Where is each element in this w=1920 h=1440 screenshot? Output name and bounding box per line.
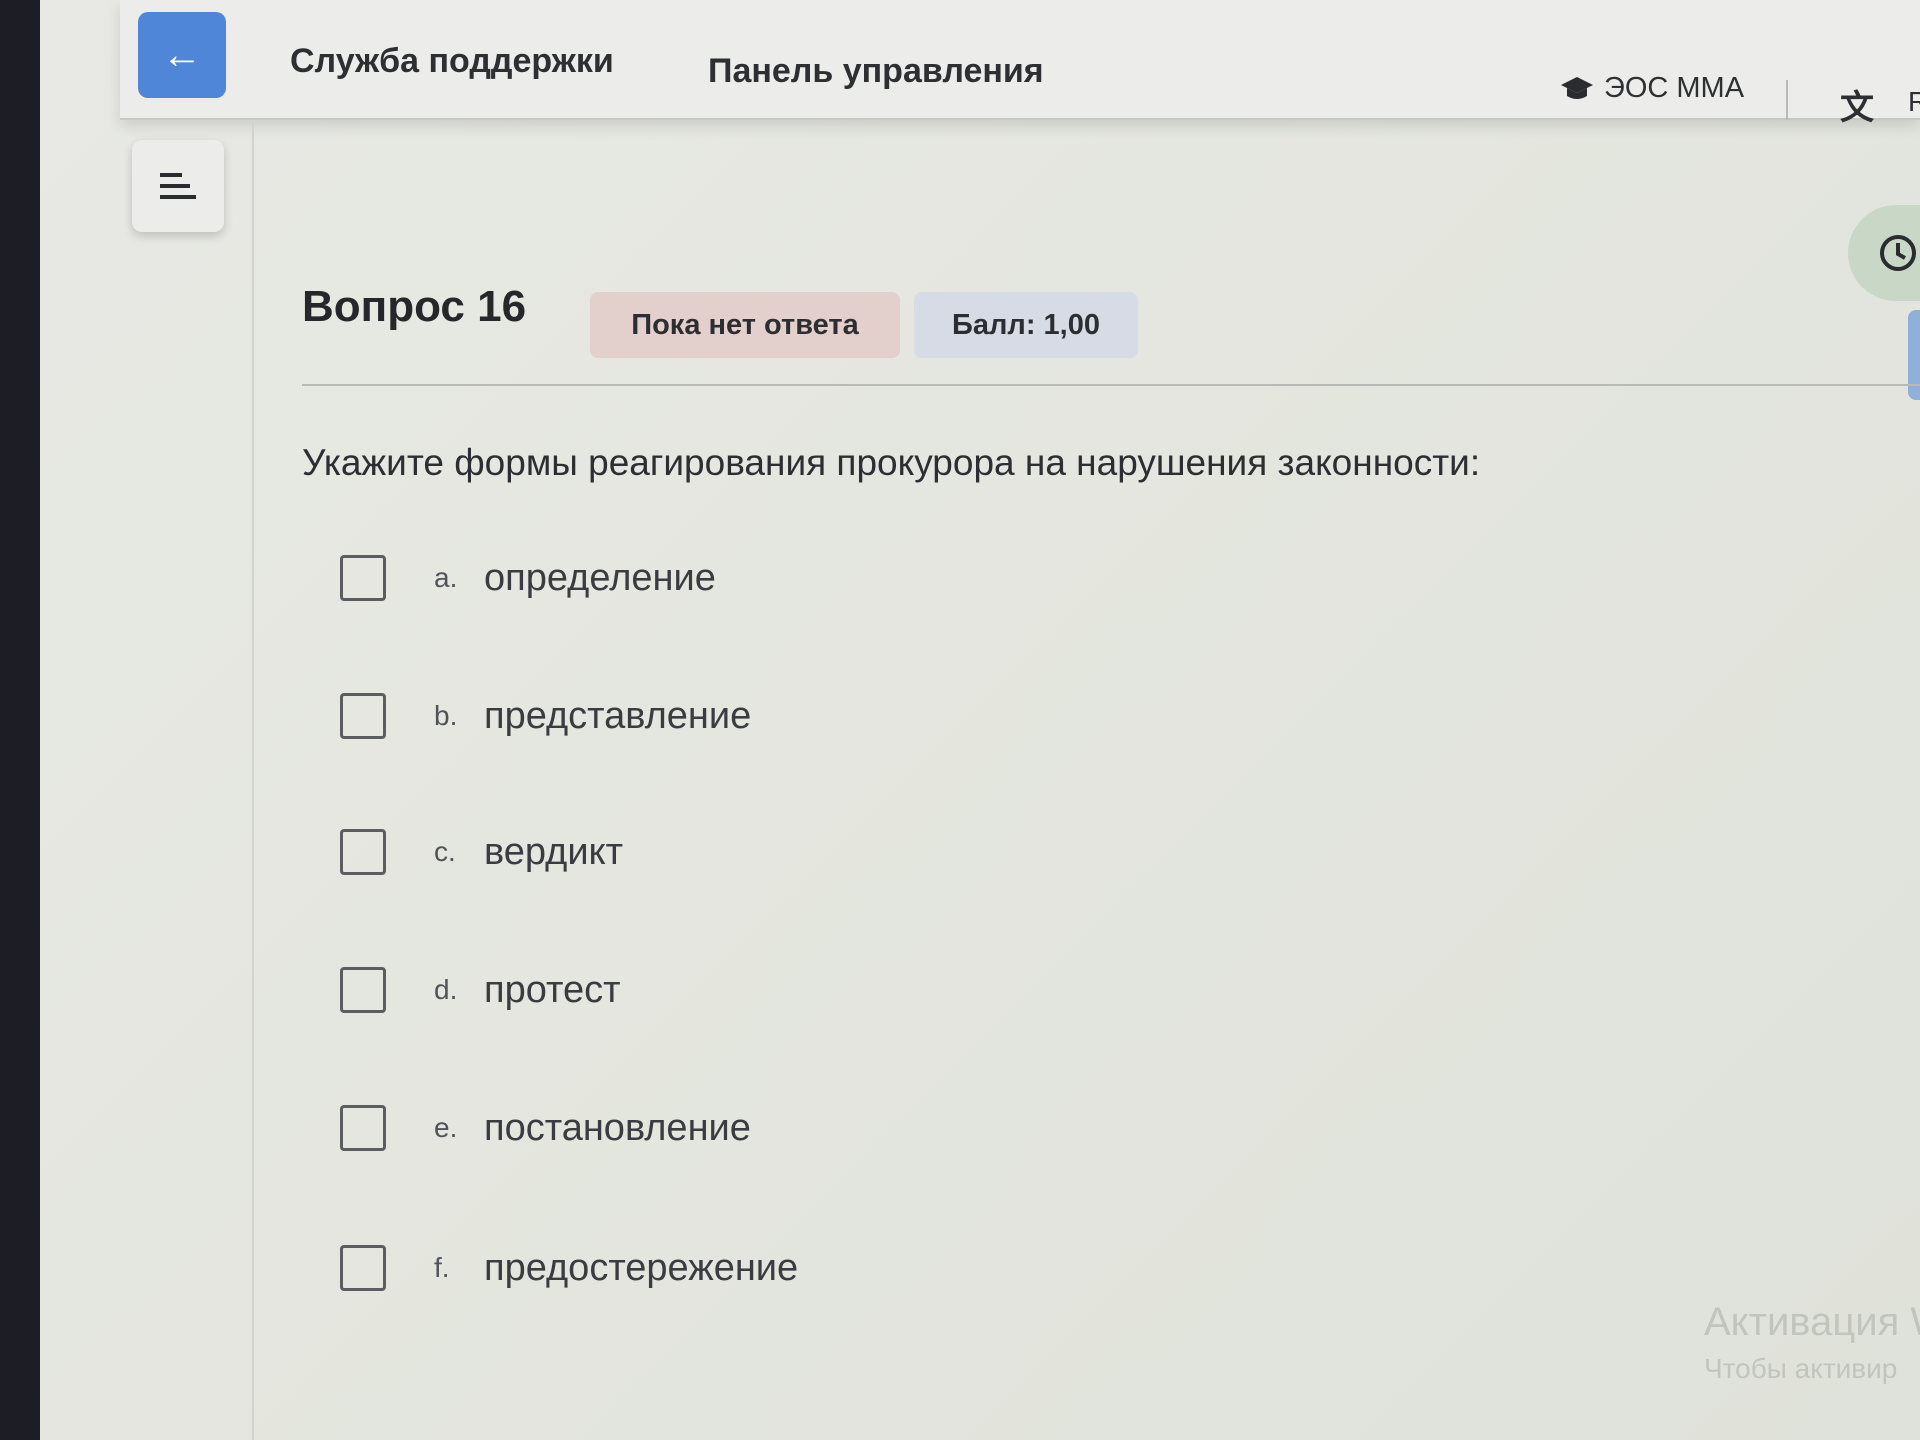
clock-icon xyxy=(1880,235,1916,271)
user-menu[interactable]: R xyxy=(1908,86,1920,118)
option-checkbox[interactable] xyxy=(340,693,386,739)
option-label[interactable]: вердикт xyxy=(484,831,623,874)
sidebar-divider xyxy=(252,120,254,1440)
menu-icon xyxy=(160,173,196,199)
option-label[interactable]: определение xyxy=(484,557,716,600)
option-label[interactable]: протест xyxy=(484,969,621,1012)
option-checkbox[interactable] xyxy=(340,1105,386,1151)
option-label[interactable]: постановление xyxy=(484,1107,751,1150)
site-name: ЭОС ММА xyxy=(1604,72,1745,104)
graduation-cap-icon xyxy=(1561,76,1593,99)
option-checkbox[interactable] xyxy=(340,1245,386,1291)
option-letter: d. xyxy=(434,974,458,1005)
translate-icon[interactable]: 文 xyxy=(1840,80,1874,129)
site-name-link[interactable]: ЭОС ММА xyxy=(1560,72,1744,105)
watermark-title: Активация W xyxy=(1704,1300,1920,1344)
question-divider xyxy=(302,384,1920,386)
answer-option[interactable]: b. представление xyxy=(340,688,751,744)
drawer-toggle-button[interactable] xyxy=(132,140,224,232)
nav-support-link[interactable]: Служба поддержки xyxy=(290,42,614,81)
option-checkbox[interactable] xyxy=(340,967,386,1013)
option-label[interactable]: предостережение xyxy=(484,1247,798,1290)
back-button[interactable]: ← xyxy=(138,12,226,98)
option-letter: a. xyxy=(434,562,458,593)
side-panel-tab[interactable] xyxy=(1908,310,1920,400)
screen: ← Служба поддержки Панель управления ЭОС… xyxy=(40,0,1920,1440)
score-badge: Балл: 1,00 xyxy=(914,292,1138,358)
answer-option[interactable]: d. протест xyxy=(340,962,621,1018)
option-checkbox[interactable] xyxy=(340,555,386,601)
watermark-subtitle: Чтобы активир xyxy=(1704,1353,1898,1384)
arrow-left-icon: ← xyxy=(162,32,202,77)
answer-option[interactable]: c. вердикт xyxy=(340,824,623,880)
option-letter: e. xyxy=(434,1112,458,1143)
option-label[interactable]: представление xyxy=(484,695,751,738)
question-text: Укажите формы реагирования прокурора на … xyxy=(302,442,1481,483)
option-letter: f. xyxy=(434,1252,450,1283)
option-checkbox[interactable] xyxy=(340,829,386,875)
question-title: Вопрос 16 xyxy=(302,282,527,331)
answer-option[interactable]: a. определение xyxy=(340,550,716,606)
answer-option[interactable]: f. предостережение xyxy=(340,1240,798,1296)
option-letter: c. xyxy=(434,836,456,867)
header-divider xyxy=(1786,80,1788,120)
answer-option[interactable]: e. постановление xyxy=(340,1100,751,1156)
nav-dashboard-link[interactable]: Панель управления xyxy=(708,52,1044,91)
answer-status-badge: Пока нет ответа xyxy=(590,292,900,358)
option-letter: b. xyxy=(434,700,458,731)
timer-button[interactable] xyxy=(1848,205,1920,301)
windows-activation-watermark: Активация W Чтобы активир xyxy=(1704,1300,1920,1385)
